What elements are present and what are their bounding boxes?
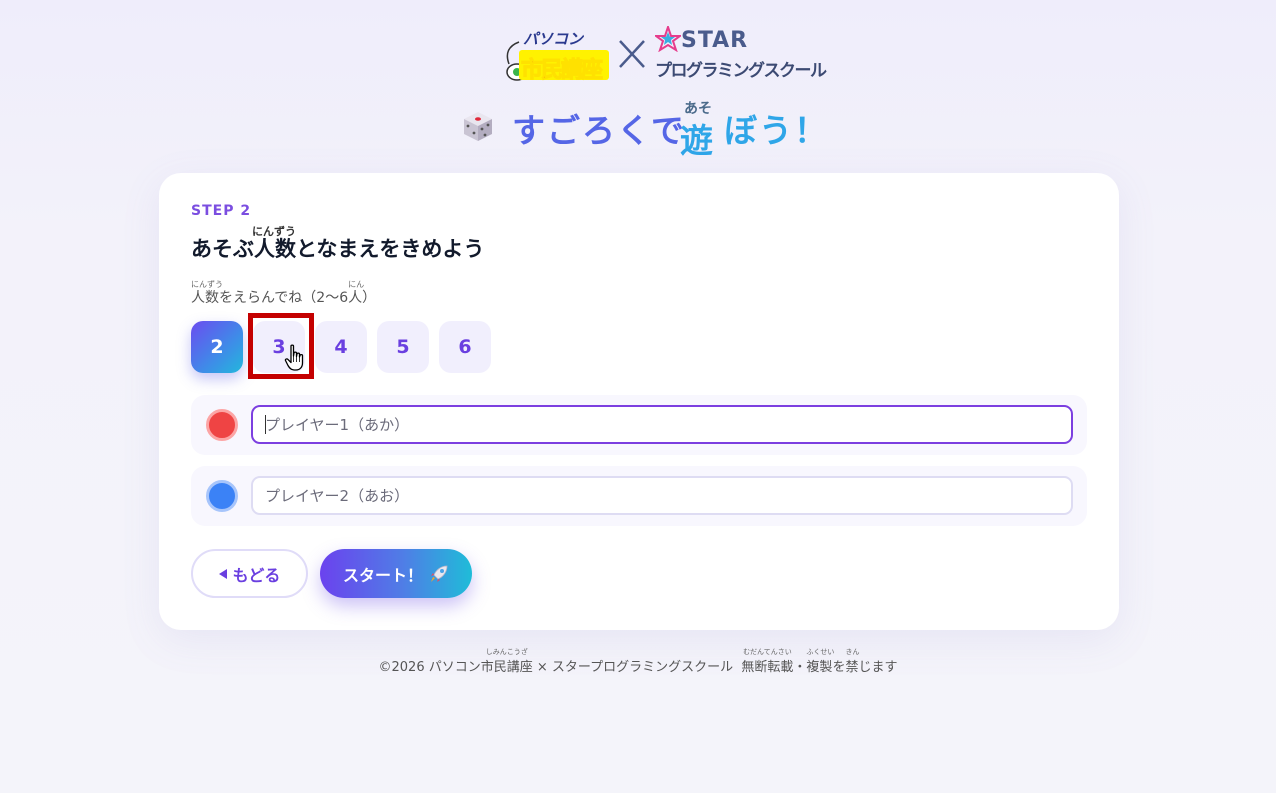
hand-cursor-icon bbox=[284, 344, 306, 372]
footer-kanji3-text: 複製 bbox=[806, 660, 833, 675]
start-button-label: スタート！ bbox=[342, 565, 423, 585]
hint-kanji1-text: 人数 bbox=[191, 290, 219, 306]
player-count-hint: にんずう 人数をえらんでね（2〜6 にん 人） bbox=[191, 280, 377, 307]
page-title: すごろくで あそ 遊 ぼう！ bbox=[0, 94, 1276, 160]
footer-text3: を bbox=[832, 660, 846, 675]
title-kanji-text: 遊 bbox=[680, 121, 713, 160]
heading-part1: あそぶ bbox=[191, 237, 254, 261]
logo-right-top-text: STAR bbox=[681, 28, 749, 53]
footer-kanji1: しみんこうざ市民講座 bbox=[480, 648, 533, 675]
rocket-icon bbox=[431, 565, 448, 582]
player-2-name-input[interactable] bbox=[251, 476, 1073, 515]
star-icon bbox=[655, 26, 681, 52]
logo-right-bottom-text: プログラミングスクール bbox=[655, 61, 827, 81]
logo-left-bottom-text: 市民講座 bbox=[520, 58, 603, 84]
step-label: STEP 2 bbox=[191, 203, 252, 219]
hint-end: ） bbox=[362, 290, 377, 306]
start-button[interactable]: スタート！ bbox=[320, 549, 472, 598]
player-row-2 bbox=[191, 466, 1087, 526]
text-caret bbox=[265, 415, 266, 434]
header-logos: パソコン 市民講座 STAR プログラミングスクール bbox=[0, 24, 1276, 84]
footer-kanji3-ruby: ふくせい bbox=[806, 648, 835, 656]
footer: ©2026 パソコン しみんこうざ市民講座 × スタープログラミングスクール むだ… bbox=[0, 648, 1276, 675]
hint-kanji1: にんずう 人数 bbox=[191, 280, 223, 307]
player-1-color-dot bbox=[206, 409, 238, 441]
footer-kanji4: きん禁 bbox=[845, 648, 859, 675]
footer-kanji3: ふくせい 複製 bbox=[806, 648, 834, 675]
heading-kanji: にんずう 人数 bbox=[252, 225, 296, 263]
player-count-button-5[interactable]: 5 bbox=[377, 321, 429, 373]
setup-card: STEP 2 あそぶ にんずう 人数となまえをきめよう にんずう 人数をえらんでね（2… bbox=[159, 173, 1119, 630]
footer-text2: × スタープログラミングスクール bbox=[532, 660, 742, 675]
player-count-button-4[interactable]: 4 bbox=[315, 321, 367, 373]
footer-text4: じます bbox=[858, 660, 898, 675]
title-kanji: あそ 遊 bbox=[680, 101, 716, 160]
footer-kanji2-text: 無断転載 bbox=[741, 660, 794, 675]
step-heading: あそぶ にんずう 人数となまえをきめよう bbox=[191, 225, 485, 263]
hint-kanji2: にん人 bbox=[348, 280, 364, 307]
hint-kanji1-ruby: にんずう bbox=[191, 280, 223, 289]
back-button[interactable]: もどる bbox=[191, 549, 308, 598]
dice-icon bbox=[462, 110, 494, 142]
player-count-button-2[interactable]: 2 bbox=[191, 321, 243, 373]
heading-kanji-text: 人数 bbox=[254, 237, 296, 261]
footer-kanji4-ruby: きん bbox=[845, 648, 860, 656]
hint-kanji2-ruby: にん bbox=[348, 280, 365, 289]
player-row-1 bbox=[191, 395, 1087, 455]
caret-left-icon bbox=[218, 568, 227, 579]
player-1-name-input[interactable] bbox=[251, 405, 1073, 444]
footer-kanji4-text: 禁 bbox=[845, 660, 859, 675]
player-count-button-6[interactable]: 6 bbox=[439, 321, 491, 373]
footer-dot: ・ bbox=[793, 660, 807, 675]
hint-kanji2-text: 人 bbox=[348, 290, 363, 306]
title-text-part1: すごろくで bbox=[512, 111, 687, 150]
heading-part2: となまえをきめよう bbox=[296, 237, 485, 261]
logo-separator bbox=[617, 38, 647, 70]
player-2-color-dot bbox=[206, 480, 238, 512]
hint-mid: をえらんでね（2〜6 bbox=[219, 290, 349, 306]
footer-kanji2: むだんてんさい無断転載 bbox=[741, 648, 794, 675]
back-button-label: もどる bbox=[232, 565, 281, 585]
logo-left-top-text: パソコン bbox=[523, 30, 584, 48]
footer-kanji1-text: 市民講座 bbox=[480, 660, 533, 675]
footer-text1: ©2026 パソコン bbox=[378, 660, 481, 675]
pasokon-shimin-koza-logo: パソコン 市民講座 bbox=[503, 28, 609, 84]
heading-kanji-ruby: にんずう bbox=[252, 225, 296, 238]
footer-kanji1-ruby: しみんこうざ bbox=[485, 648, 528, 656]
title-text-part2: ぼう！ bbox=[724, 111, 829, 150]
footer-kanji2-ruby: むだんてんさい bbox=[743, 648, 792, 656]
star-programming-school-logo: STAR プログラミングスクール bbox=[655, 26, 827, 82]
cross-icon bbox=[619, 40, 645, 68]
